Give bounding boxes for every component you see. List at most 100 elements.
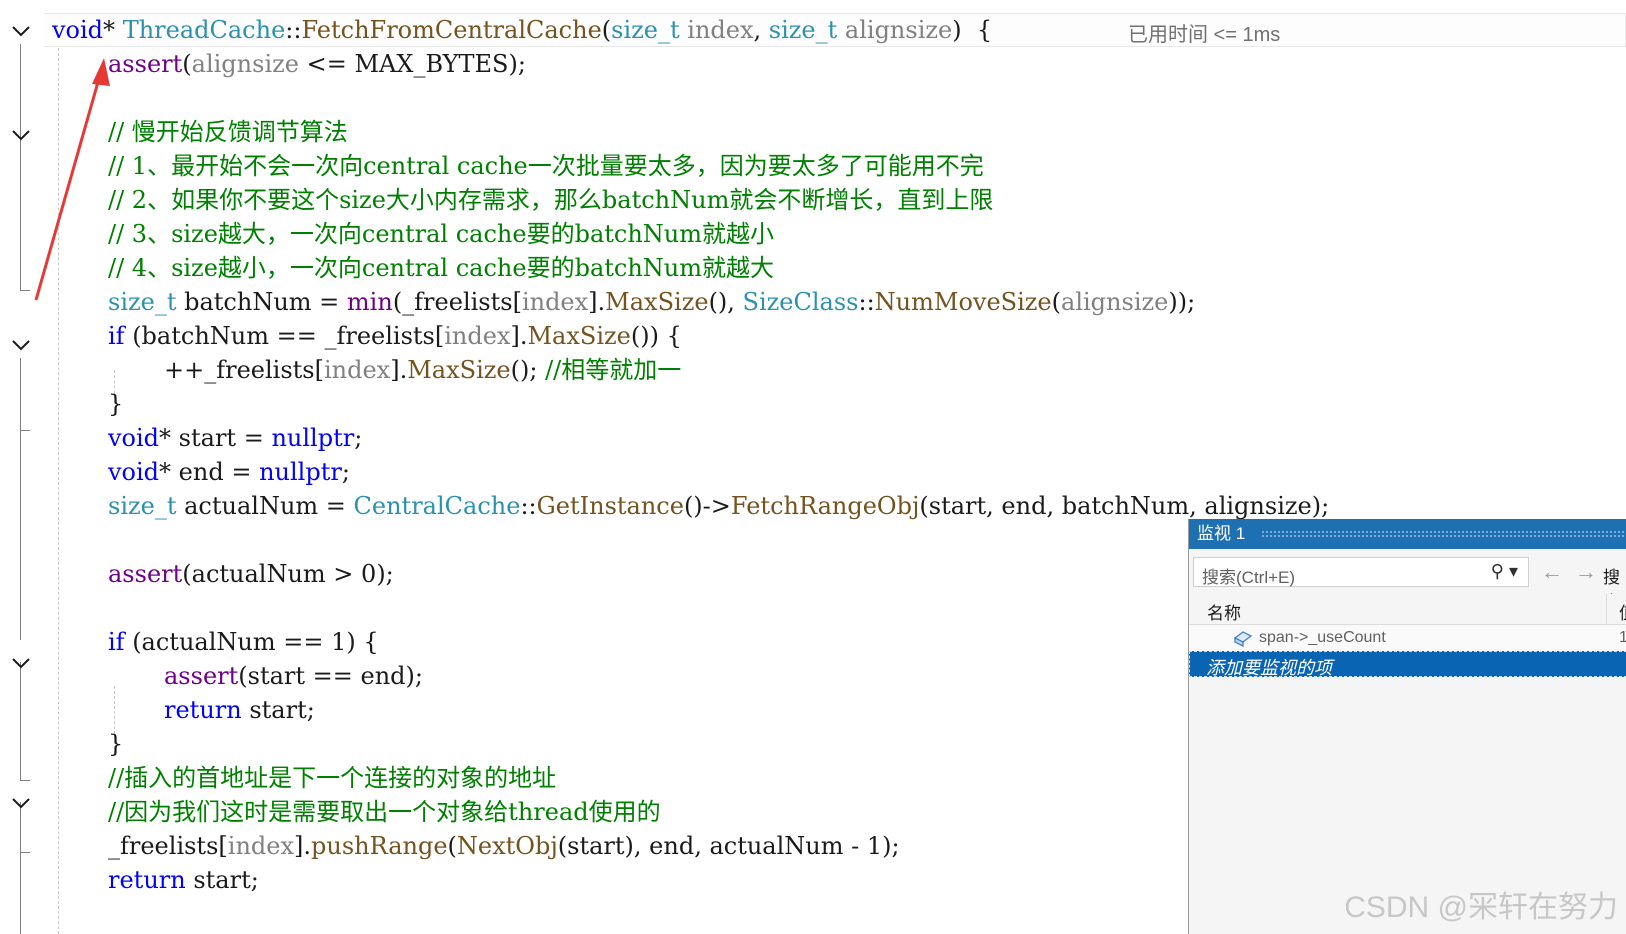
code-token: ));	[1168, 288, 1196, 316]
code-token: (actualNum > 0);	[182, 560, 394, 588]
add-watch-item-label: 添加要监视的项	[1206, 658, 1332, 678]
code-token: ++_freelists[	[164, 356, 324, 384]
chevron-down-icon[interactable]	[10, 792, 32, 814]
code-token: MaxSize	[407, 356, 511, 384]
code-token: }	[108, 730, 124, 758]
watch-title-bar[interactable]: 监视 1	[1189, 519, 1626, 549]
fold-guide	[20, 852, 21, 934]
code-line[interactable]: size_t actualNum = CentralCache::GetInst…	[108, 489, 1329, 523]
code-token: //相等就加一	[545, 356, 682, 384]
watch-row-name: span->_useCount	[1259, 629, 1386, 646]
code-token: nullptr	[271, 424, 355, 452]
code-token: SizeClass	[742, 288, 859, 316]
code-token: //插入的首地址是下一个连接的对象的地址	[108, 764, 557, 792]
code-token: <= MAX_BYTES);	[298, 50, 526, 78]
code-line[interactable]: if (actualNum == 1) {	[108, 625, 379, 659]
variable-icon	[1233, 631, 1253, 647]
code-token: if	[108, 628, 125, 656]
code-token: (actualNum == 1) {	[124, 628, 379, 656]
code-line[interactable]: void* start = nullptr;	[108, 421, 362, 455]
code-line[interactable]: assert(start == end);	[164, 659, 423, 693]
code-token: (batchNum == _freelists[	[124, 322, 445, 350]
code-token: nullptr	[259, 458, 342, 486]
fold-guide	[20, 358, 21, 430]
code-line[interactable]: //插入的首地址是下一个连接的对象的地址	[108, 761, 556, 795]
column-header-name[interactable]: 名称	[1207, 599, 1241, 624]
code-line[interactable]: // 1、最开始不会一次向central cache一次批量要太多，因为要太多了…	[108, 149, 984, 183]
chevron-down-icon[interactable]	[10, 334, 32, 356]
code-token: ();	[510, 356, 546, 384]
code-token: (	[601, 16, 612, 44]
code-token: ()) {	[630, 322, 682, 350]
code-token: ()->	[683, 492, 731, 520]
fold-guide-end	[20, 780, 30, 781]
watch-window[interactable]: 监视 1 搜索(Ctrl+E) ⚲ ▾ ← → 搜索 名称 值 span->_u…	[1188, 519, 1626, 934]
elapsed-time-hint: 已用时间 <= 1ms	[1128, 24, 1281, 46]
code-token: index	[227, 832, 294, 860]
code-token: if	[108, 322, 125, 350]
watch-row[interactable]: span->_useCount 1	[1189, 625, 1626, 651]
code-line[interactable]: size_t batchNum = min(_freelists[index].…	[108, 285, 1195, 319]
code-line[interactable]: if (batchNum == _freelists[index].MaxSiz…	[108, 319, 682, 353]
code-token: void	[108, 424, 160, 452]
code-token: size_t	[611, 16, 680, 44]
code-token: ,	[753, 16, 769, 44]
code-token: index	[521, 288, 589, 316]
code-token: // 2、如果你不要这个size大小内存需求，那么batchNum就会不断增长，…	[108, 186, 994, 214]
forward-icon[interactable]: →	[1575, 559, 1597, 585]
code-token: // 1、最开始不会一次向central cache一次批量要太多，因为要太多了…	[108, 152, 984, 180]
code-token: MaxSize	[605, 288, 709, 316]
code-line[interactable]: _freelists[index].pushRange(NextObj(star…	[108, 829, 900, 863]
code-token: return	[164, 696, 242, 724]
code-line[interactable]: }	[108, 387, 123, 421]
code-token: // 3、size越大，一次向central cache要的batchNum就越…	[108, 220, 775, 248]
code-token: (start, end, batchNum, alignsize);	[919, 492, 1330, 520]
code-token: ;	[354, 424, 363, 452]
code-token: ].	[294, 832, 311, 860]
add-watch-item[interactable]: 添加要监视的项	[1189, 651, 1626, 678]
code-token: index	[687, 16, 754, 44]
code-token: FetchRangeObj	[730, 492, 920, 520]
code-line[interactable]: ++_freelists[index].MaxSize(); //相等就加一	[164, 353, 681, 387]
search-icon[interactable]: ⚲ ▾	[1491, 561, 1518, 582]
code-token: pushRange	[311, 832, 448, 860]
code-token: _freelists[	[108, 832, 228, 860]
code-line[interactable]: return start;	[164, 693, 315, 727]
code-line[interactable]: // 2、如果你不要这个size大小内存需求，那么batchNum就会不断增长，…	[108, 183, 993, 217]
code-line[interactable]: }	[108, 727, 123, 761]
code-token: ::	[858, 288, 875, 316]
search-placeholder: 搜索(Ctrl+E)	[1202, 568, 1296, 587]
fold-guide	[20, 430, 21, 640]
code-token: actualNum =	[176, 492, 354, 520]
code-line[interactable]: return start;	[108, 863, 259, 897]
code-token: ;	[341, 458, 350, 486]
watch-search-input[interactable]: 搜索(Ctrl+E) ⚲ ▾	[1193, 557, 1529, 587]
code-line[interactable]: assert(actualNum > 0);	[108, 557, 394, 591]
annotation-arrow-icon	[34, 58, 110, 301]
chevron-down-icon[interactable]	[10, 652, 32, 674]
code-line[interactable]: // 3、size越大，一次向central cache要的batchNum就越…	[108, 217, 774, 251]
code-line[interactable]: void* end = nullptr;	[108, 455, 350, 489]
code-token: * start =	[159, 424, 272, 452]
code-token: CentralCache	[353, 492, 521, 520]
drag-grip[interactable]	[1261, 530, 1626, 538]
column-header-value[interactable]: 值	[1619, 599, 1626, 624]
code-token: (start), end, actualNum - 1);	[557, 832, 900, 860]
code-token: min	[346, 288, 393, 316]
code-token: GetInstance	[536, 492, 684, 520]
fold-guide-end	[20, 852, 30, 853]
code-token: size_t	[108, 492, 177, 520]
code-token: batchNum =	[176, 288, 347, 316]
back-icon[interactable]: ←	[1541, 559, 1563, 585]
fold-guide-end	[20, 430, 30, 431]
code-token: ].	[510, 322, 528, 350]
code-token: start;	[185, 866, 259, 894]
code-token: index	[323, 356, 391, 384]
code-line[interactable]: //因为我们这时是需要取出一个对象给thread使用的	[108, 795, 661, 829]
code-line[interactable]: // 4、size越小，一次向central cache要的batchNum就越…	[108, 251, 774, 285]
code-token: (	[447, 832, 457, 860]
code-token: size_t	[768, 16, 838, 44]
code-token: ].	[588, 288, 606, 316]
code-token: //因为我们这时是需要取出一个对象给thread使用的	[108, 798, 661, 826]
